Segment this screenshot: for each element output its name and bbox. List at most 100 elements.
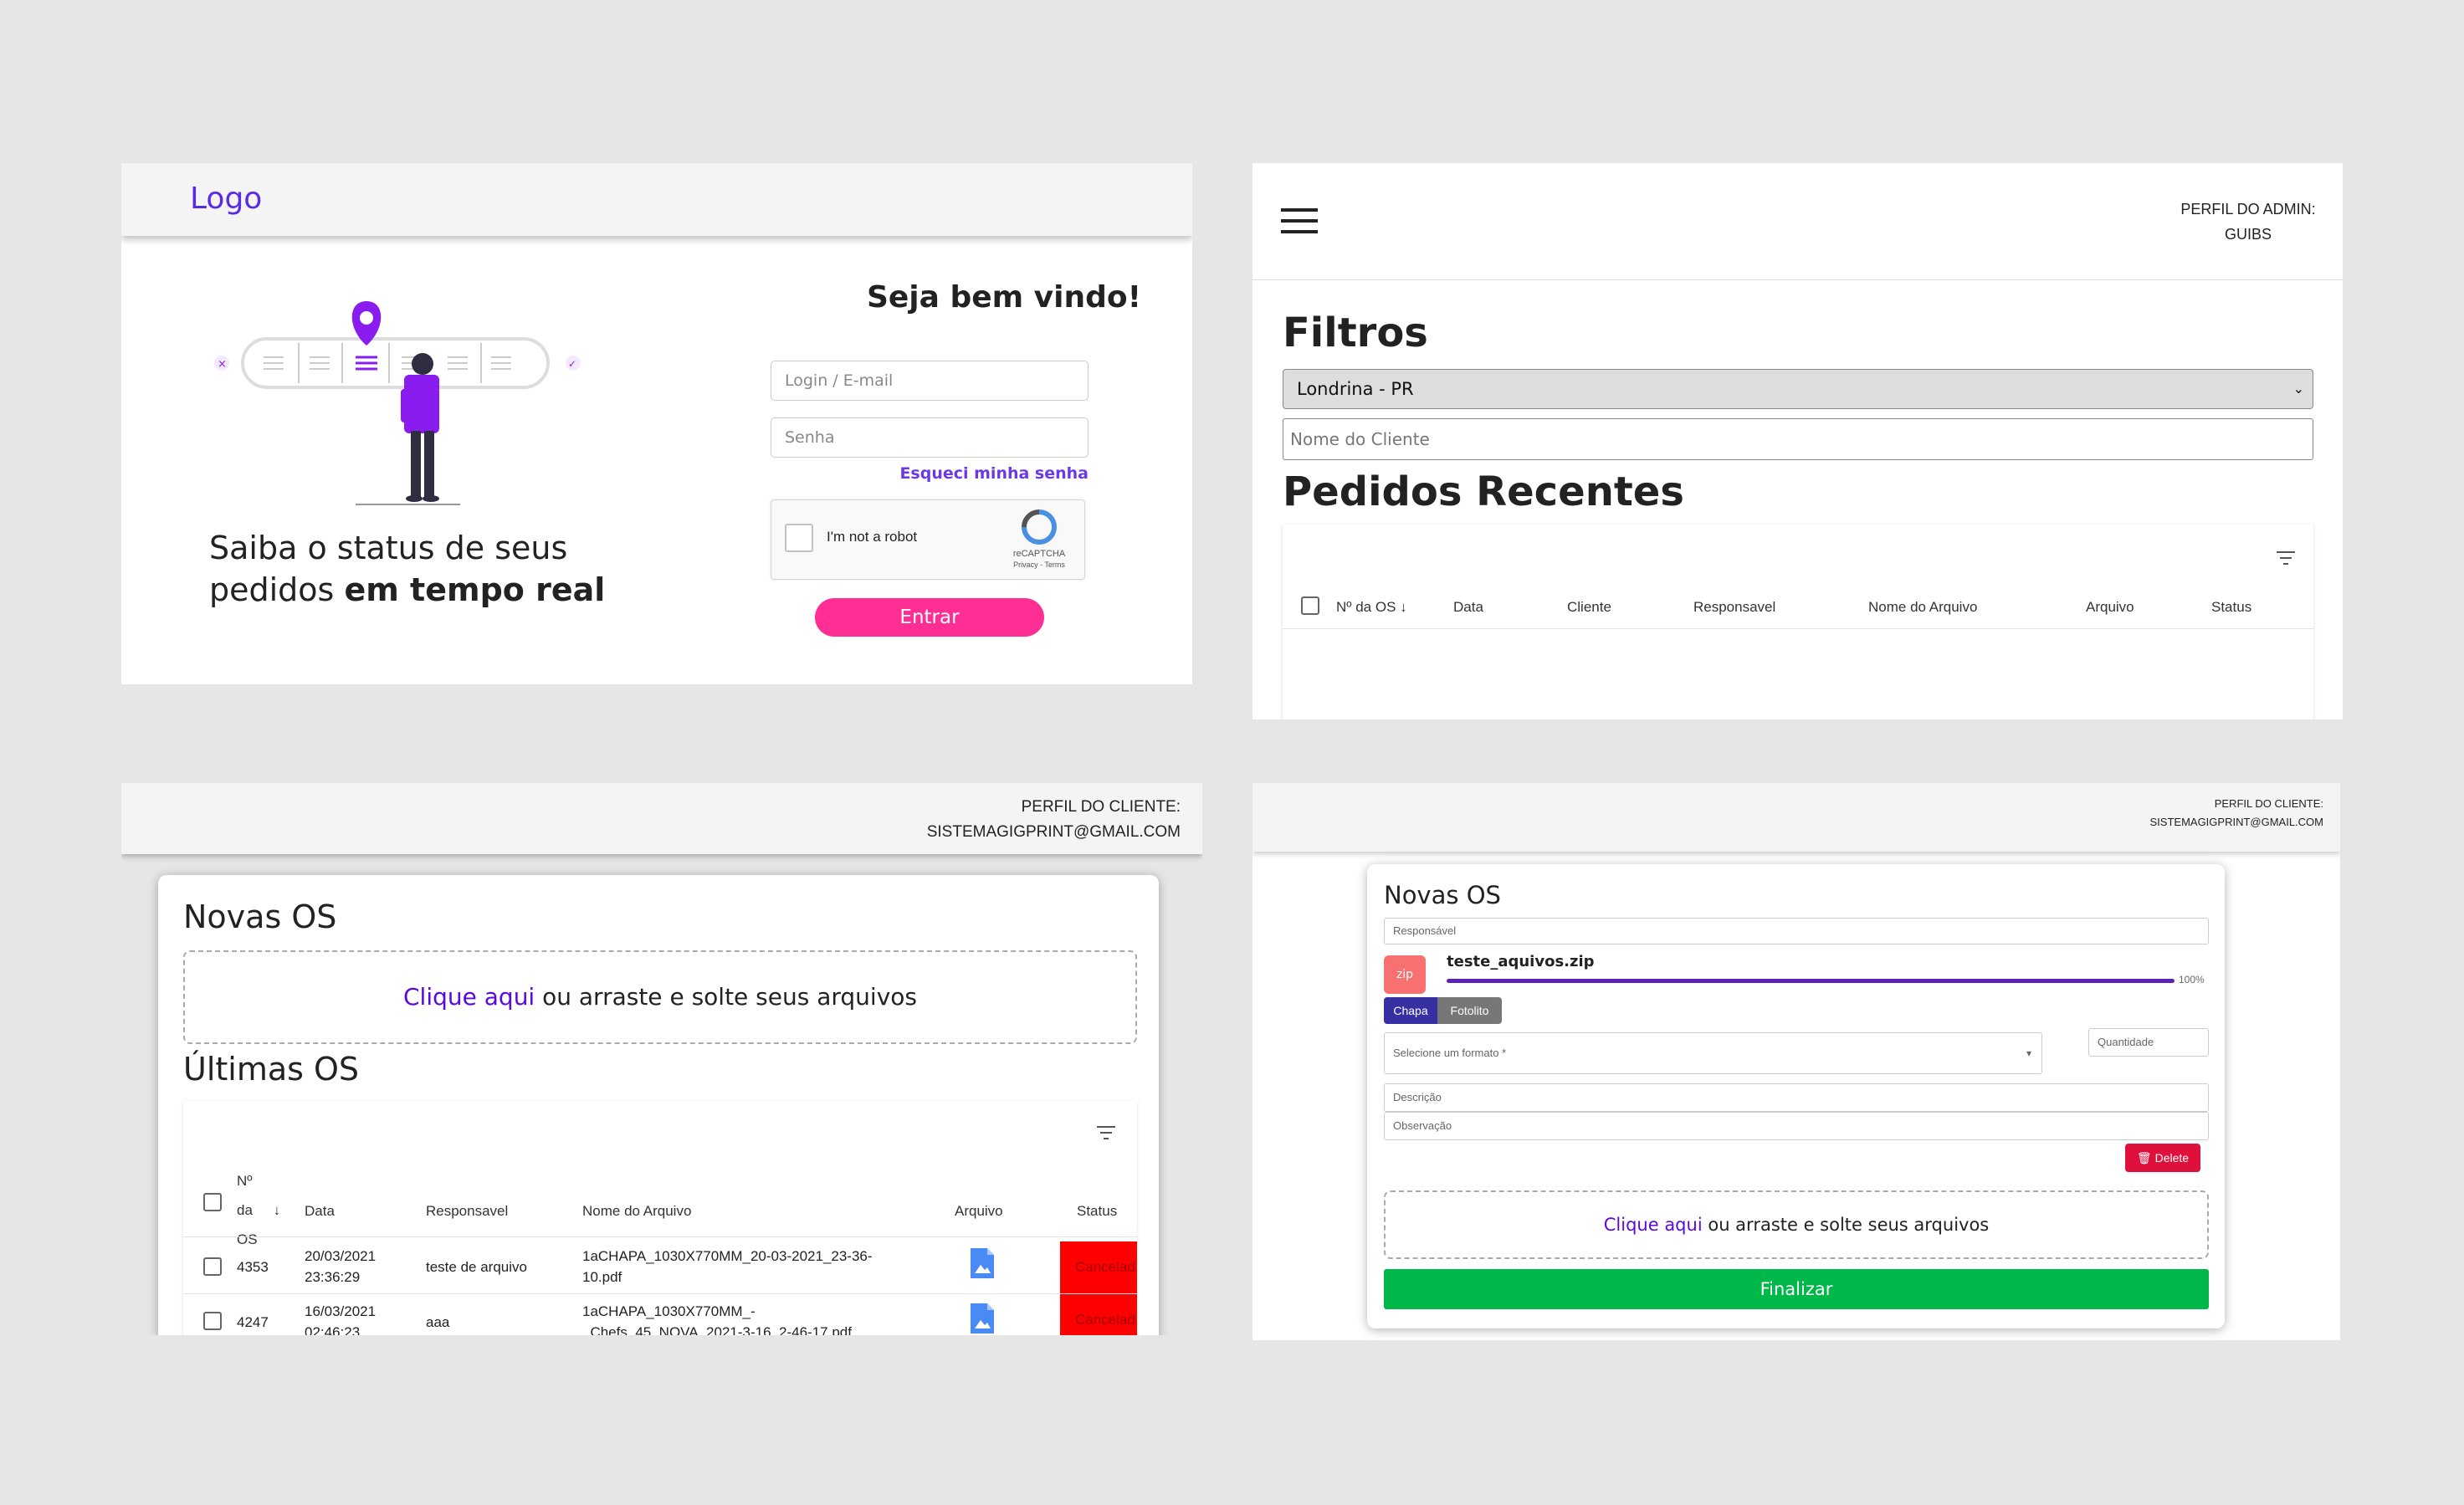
chevron-down-icon: ⌄ xyxy=(2292,381,2304,397)
col-cliente[interactable]: Cliente xyxy=(1567,599,1611,616)
client-name-input[interactable]: Nome do Cliente xyxy=(1283,418,2313,460)
image-file-icon[interactable] xyxy=(971,1248,994,1278)
observation-input[interactable]: Observação xyxy=(1384,1112,2209,1140)
col-os[interactable]: Nº da OS ↓ xyxy=(1336,599,1407,616)
col-os[interactable]: Nº da ↓ OS xyxy=(237,1166,280,1254)
upload-profile: PERFIL DO CLIENTE: SISTEMAGIGPRINT@GMAIL… xyxy=(2150,795,2324,832)
row-os: 4353 xyxy=(237,1259,269,1275)
row-date: 20/03/2021 23:36:29 xyxy=(305,1246,376,1287)
row-filename-line2: 10.pdf xyxy=(582,1269,622,1285)
city-select[interactable]: Londrina - PR ⌄ xyxy=(1283,369,2313,409)
tagline-line2: pedidos em tempo real xyxy=(209,569,644,611)
recent-orders-title: Pedidos Recentes xyxy=(1283,468,1684,515)
login-input[interactable]: Login / E-mail xyxy=(771,361,1089,401)
status-badge: Cancelad xyxy=(1060,1294,1137,1335)
col-data[interactable]: Data xyxy=(1453,599,1483,616)
row-filename: 1aCHAPA_1030X770MM_- _Chefs_45_NOVA_2021-… xyxy=(582,1301,852,1335)
captcha-terms[interactable]: Privacy - Terms xyxy=(997,561,1081,569)
col-status[interactable]: Status xyxy=(2211,599,2251,616)
file-dropzone[interactable]: Clique aqui ou arraste e solte seus arqu… xyxy=(183,950,1137,1044)
row-date-day: 20/03/2021 xyxy=(305,1248,377,1264)
description-input[interactable]: Descrição xyxy=(1384,1083,2209,1112)
client-profile-email: SISTEMAGIGPRINT@GMAIL.COM xyxy=(926,823,1181,841)
delivery-illustration: × ✓ xyxy=(214,301,581,505)
password-input[interactable]: Senha xyxy=(771,417,1089,458)
col-responsavel[interactable]: Responsavel xyxy=(1693,599,1775,616)
quantity-input[interactable]: Quantidade xyxy=(2088,1028,2209,1057)
client-card: Novas OS Clique aqui ou arraste e solte … xyxy=(158,875,1159,1335)
image-file-icon[interactable] xyxy=(971,1303,994,1334)
row-date-time: 02:46:23 xyxy=(305,1324,361,1335)
responsavel-input[interactable]: Responsável xyxy=(1384,918,2209,944)
row-filename-line1: 1aCHAPA_1030X770MM_- xyxy=(582,1303,756,1319)
row-date: 16/03/2021 02:46:23 xyxy=(305,1301,376,1335)
svg-text:✓: ✓ xyxy=(568,358,576,370)
welcome-heading: Seja bem vindo! xyxy=(866,280,1142,315)
svg-text:×: × xyxy=(218,358,227,371)
col-status[interactable]: Status xyxy=(1077,1203,1117,1220)
last-os-table: Nº da ↓ OS Data Responsavel Nome do Arqu… xyxy=(183,1101,1137,1335)
login-button[interactable]: Entrar xyxy=(815,598,1044,637)
client-profile-label: PERFIL DO CLIENTE: xyxy=(1021,798,1181,816)
dropzone-link[interactable]: Clique aqui xyxy=(403,983,535,1011)
tagline-line1: Saiba o status de seus xyxy=(209,530,568,566)
filter-icon[interactable] xyxy=(1095,1124,1117,1141)
upload-card: Novas OS Responsável zip teste_aquivos.z… xyxy=(1367,864,2225,1328)
logo[interactable]: Logo xyxy=(190,182,262,216)
tab-chapa[interactable]: Chapa xyxy=(1384,997,1437,1024)
col-arquivo[interactable]: Arquivo xyxy=(2086,599,2134,616)
divider xyxy=(183,1236,1137,1237)
recaptcha-widget: I'm not a robot reCAPTCHA Privacy - Term… xyxy=(771,499,1085,580)
finish-button[interactable]: Finalizar xyxy=(1384,1269,2209,1309)
upload-progress-text: 100% xyxy=(2179,974,2205,985)
row-checkbox[interactable] xyxy=(203,1312,222,1330)
status-badge: Cancelad xyxy=(1060,1241,1137,1293)
divider xyxy=(1283,628,2313,629)
login-screen: Logo × ✓ Saiba o status de seus pedidos … xyxy=(121,163,1192,684)
trash-icon: 🗑 xyxy=(2136,1151,2152,1165)
divider xyxy=(183,1293,1137,1294)
select-all-checkbox[interactable] xyxy=(1301,596,1319,615)
zip-file-icon: zip xyxy=(1384,955,1426,994)
new-os-title: Novas OS xyxy=(183,898,337,935)
row-responsavel: teste de arquivo xyxy=(426,1259,527,1275)
upload-screen: PERFIL DO CLIENTE: SISTEMAGIGPRINT@GMAIL… xyxy=(1252,783,2340,1340)
dropzone-text: ou arraste e solte seus arquivos xyxy=(1702,1215,1990,1235)
arrow-down-icon: ↓ xyxy=(273,1202,281,1218)
forgot-password-link[interactable]: Esqueci minha senha xyxy=(899,464,1089,483)
delete-button[interactable]: 🗑 Delete xyxy=(2125,1144,2200,1172)
col-arquivo[interactable]: Arquivo xyxy=(955,1203,1003,1220)
row-date-time: 23:36:29 xyxy=(305,1269,361,1285)
col-nome-arquivo[interactable]: Nome do Arquivo xyxy=(1868,599,1977,616)
upload-title: Novas OS xyxy=(1384,881,1501,909)
city-select-value: Londrina - PR xyxy=(1297,379,1414,399)
tagline-bold: em tempo real xyxy=(344,571,606,608)
tab-fotolito[interactable]: Fotolito xyxy=(1437,997,1502,1024)
captcha-brand: reCAPTCHA xyxy=(1012,549,1066,559)
select-all-checkbox[interactable] xyxy=(203,1193,222,1211)
admin-screen: PERFIL DO ADMIN: GUIBS Filtros Londrina … xyxy=(1252,163,2343,719)
row-date-day: 16/03/2021 xyxy=(305,1303,377,1319)
row-responsavel: aaa xyxy=(426,1314,450,1330)
row-checkbox[interactable] xyxy=(203,1257,222,1276)
col-os-line2-text: da xyxy=(237,1202,253,1218)
admin-profile: PERFIL DO ADMIN: GUIBS xyxy=(2156,197,2340,247)
col-data[interactable]: Data xyxy=(305,1203,335,1220)
col-os-line1: Nº xyxy=(237,1173,253,1189)
captcha-checkbox[interactable] xyxy=(785,524,813,552)
upload-progress-fill xyxy=(1447,979,2175,983)
dropzone-link[interactable]: Clique aqui xyxy=(1604,1215,1703,1235)
col-os-label: Nº da OS xyxy=(1336,599,1396,615)
login-topbar: Logo xyxy=(121,163,1192,236)
col-nome-arquivo[interactable]: Nome do Arquivo xyxy=(582,1203,691,1220)
file-dropzone[interactable]: Clique aqui ou arraste e solte seus arqu… xyxy=(1384,1190,2209,1259)
row-os: 4247 xyxy=(237,1314,269,1330)
tagline-regular: pedidos xyxy=(209,571,345,608)
last-os-title: Últimas OS xyxy=(183,1051,360,1088)
filter-icon[interactable] xyxy=(2275,550,2297,566)
upload-progress-bar xyxy=(1447,979,2175,983)
col-responsavel[interactable]: Responsavel xyxy=(426,1203,508,1220)
login-tagline: Saiba o status de seus pedidos em tempo … xyxy=(209,527,644,611)
admin-profile-label: PERFIL DO ADMIN: xyxy=(2180,201,2316,218)
format-select[interactable]: Selecione um formato * ▾ xyxy=(1384,1032,2042,1074)
